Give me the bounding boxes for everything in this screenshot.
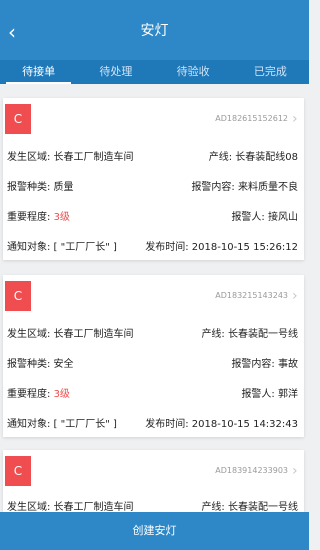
type-text: 报警种类: 质量	[7, 182, 74, 193]
severity-text: 重要程度: 3级	[7, 385, 70, 400]
alarm-code: AD183215143243	[215, 291, 288, 300]
priority-badge: C	[5, 456, 31, 486]
tab-bar: 待接单 待处理 待验收 已完成	[0, 60, 309, 84]
area-text: 发生区域: 长春工厂制造车间	[7, 502, 134, 513]
line-text: 产线: 长春装配一号线	[201, 329, 298, 340]
alarm-code: AD183914233903	[215, 466, 288, 475]
tab-pending-accept[interactable]: 待接单	[0, 60, 77, 84]
publish-time-text: 发布时间: 2018-10-15 14:32:43	[145, 419, 298, 430]
chevron-right-icon: ›	[292, 463, 298, 479]
line-text: 产线: 长春装配一号线	[201, 502, 298, 513]
severity-label: 重要程度:	[7, 212, 54, 223]
area-text: 发生区域: 长春工厂制造车间	[7, 152, 134, 163]
content-text: 报警内容: 来料质量不良	[191, 182, 298, 193]
tab-pending-process[interactable]: 待处理	[77, 60, 154, 84]
severity-text: 重要程度: 3级	[7, 208, 70, 223]
notify-text: 通知对象: [ "工厂厂长" ]	[7, 242, 117, 253]
notify-row: 通知对象: [ "工厂厂长" ] 发布时间: 2018-10-15 14:32:…	[3, 415, 304, 433]
alarm-code: AD182615152612	[215, 114, 288, 123]
type-row: 报警种类: 质量 报警内容: 来料质量不良	[3, 178, 304, 196]
content-text: 报警内容: 事故	[231, 359, 298, 370]
page-title: 安灯	[140, 23, 169, 39]
notify-row: 通知对象: [ "工厂厂长" ] 发布时间: 2018-10-15 15:26:…	[3, 238, 304, 256]
app-header: ‹ 安灯	[0, 0, 309, 60]
reporter-text: 报警人: 郭洋	[241, 389, 298, 400]
area-row: 发生区域: 长春工厂制造车间 产线: 长春装配一号线	[3, 325, 304, 343]
type-text: 报警种类: 安全	[7, 359, 74, 370]
type-row: 报警种类: 安全 报警内容: 事故	[3, 355, 304, 373]
chevron-right-icon: ›	[292, 288, 298, 304]
tab-completed[interactable]: 已完成	[232, 60, 309, 84]
chevron-right-icon: ›	[292, 111, 298, 127]
tab-pending-acceptance[interactable]: 待验收	[155, 60, 232, 84]
create-andon-button[interactable]: 创建安灯	[0, 512, 309, 550]
publish-time-text: 发布时间: 2018-10-15 15:26:12	[145, 242, 298, 253]
line-text: 产线: 长春装配线08	[208, 152, 298, 163]
priority-badge: C	[5, 104, 31, 134]
severity-value: 3级	[53, 389, 70, 400]
severity-row: 重要程度: 3级 报警人: 接风山	[3, 208, 304, 226]
area-text: 发生区域: 长春工厂制造车间	[7, 329, 134, 340]
notify-text: 通知对象: [ "工厂厂长" ]	[7, 419, 117, 430]
alarm-card[interactable]: C AD183914233903 › 发生区域: 长春工厂制造车间 产线: 长春…	[3, 450, 304, 520]
severity-label: 重要程度:	[7, 389, 54, 400]
area-row: 发生区域: 长春工厂制造车间 产线: 长春装配线08	[3, 148, 304, 166]
alarm-card[interactable]: C AD182615152612 › 发生区域: 长春工厂制造车间 产线: 长春…	[3, 98, 304, 260]
alarm-card[interactable]: C AD183215143243 › 发生区域: 长春工厂制造车间 产线: 长春…	[3, 275, 304, 437]
severity-row: 重要程度: 3级 报警人: 郭洋	[3, 385, 304, 403]
severity-value: 3级	[53, 212, 70, 223]
priority-badge: C	[5, 281, 31, 311]
reporter-text: 报警人: 接风山	[231, 212, 298, 223]
